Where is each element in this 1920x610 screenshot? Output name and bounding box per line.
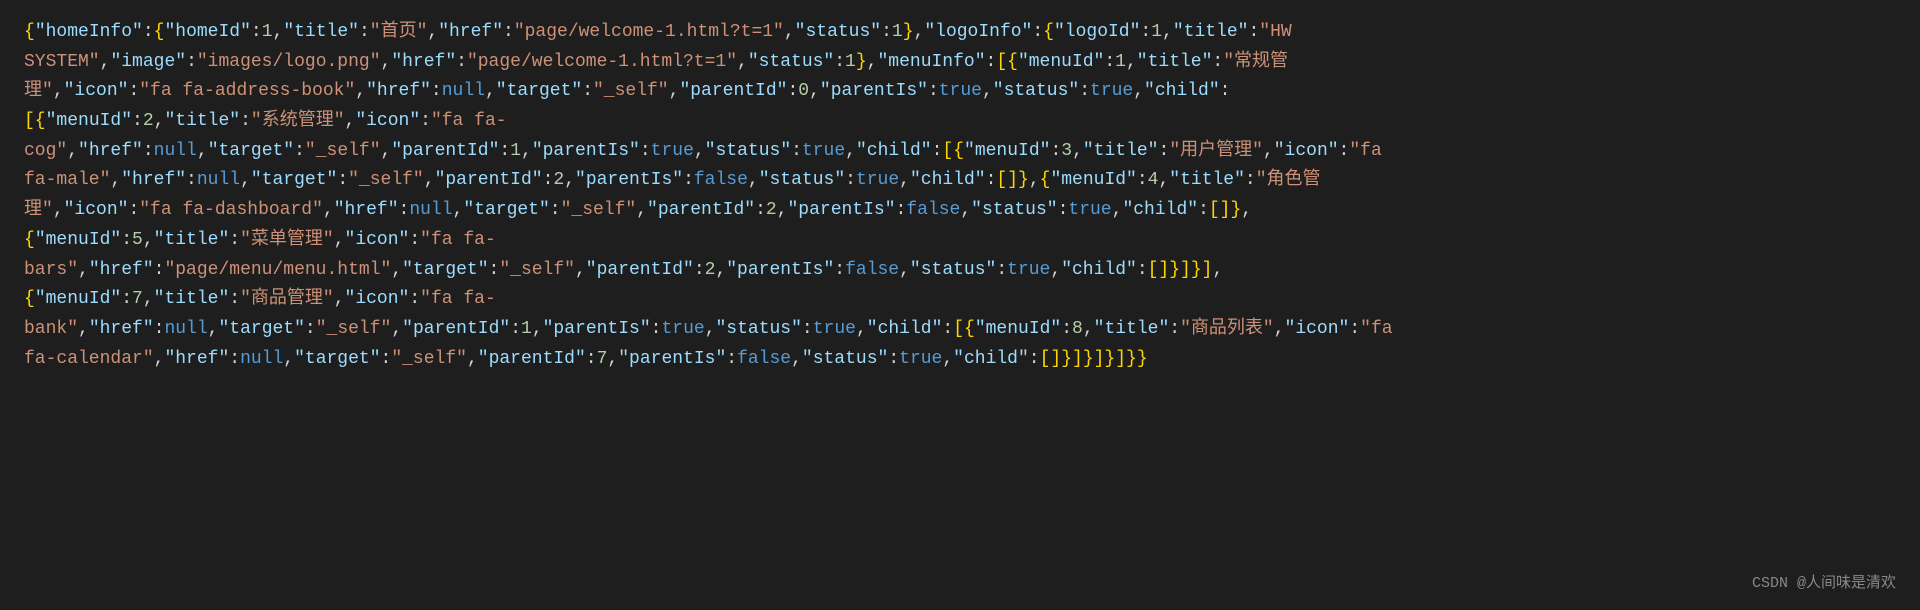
code-content: {"homeInfo":{"homeId":1,"title":"首页","hr… xyxy=(24,18,1896,374)
code-container: {"homeInfo":{"homeId":1,"title":"首页","hr… xyxy=(0,0,1920,610)
watermark: CSDN @人间味是清欢 xyxy=(1752,572,1896,596)
